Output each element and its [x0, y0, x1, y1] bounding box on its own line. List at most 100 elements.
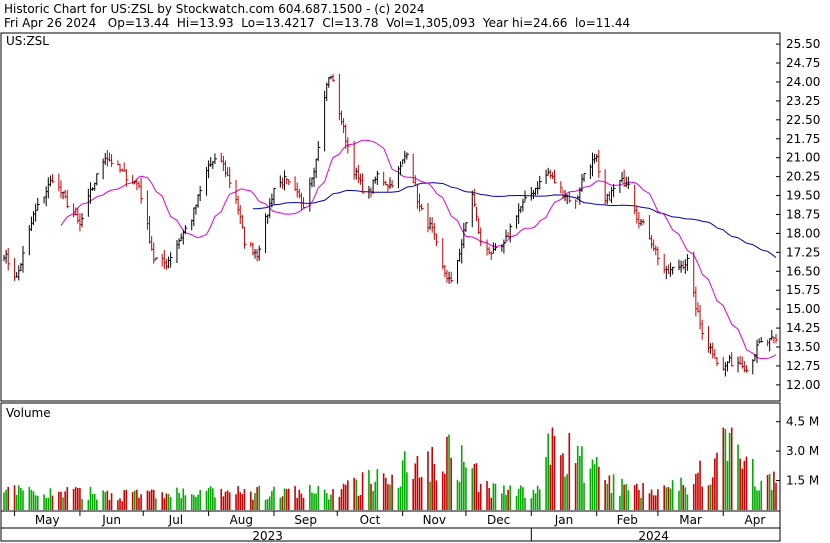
volume-bar: [773, 471, 775, 510]
volume-bar: [743, 460, 746, 510]
volume-bar: [435, 480, 438, 510]
volume-bar: [167, 494, 170, 510]
volume-bar: [256, 487, 258, 510]
volume-panel-label: Volume: [6, 406, 51, 420]
volume-bar: [207, 487, 210, 510]
volume-bar: [249, 491, 252, 510]
volume-bar: [376, 469, 379, 510]
volume-bar: [252, 499, 254, 510]
month-label: Jul: [168, 513, 183, 527]
volume-bar: [287, 488, 290, 510]
volume-bar: [264, 499, 267, 510]
volume-bar: [49, 488, 52, 510]
volume-bar: [547, 433, 549, 510]
volume-bar: [517, 488, 520, 510]
volume-bar: [711, 477, 714, 510]
price-panel: [0, 32, 781, 402]
volume-bar: [682, 484, 684, 510]
volume-bar: [72, 488, 75, 510]
volume-bar: [770, 489, 773, 510]
volume-bar: [458, 482, 461, 510]
volume-bar: [241, 494, 244, 510]
volume-bar: [414, 463, 417, 510]
volume-bar: [338, 496, 341, 510]
volume-bar: [486, 480, 488, 510]
volume-bar: [441, 471, 444, 510]
volume-bar: [155, 498, 157, 510]
volume-bar: [397, 487, 400, 510]
volume-bar: [66, 487, 69, 510]
volume-bar: [296, 498, 298, 510]
volume-bar: [418, 477, 421, 510]
volume-bar: [522, 487, 524, 510]
volume-bar: [412, 478, 415, 510]
volume-bar: [538, 489, 541, 510]
volume-bar: [758, 490, 760, 510]
volume-bar: [551, 427, 554, 510]
volume-bar: [163, 498, 166, 510]
volume-bar: [429, 481, 431, 510]
volume-bar: [22, 490, 24, 510]
volume-bar: [30, 489, 33, 510]
month-label: Oct: [360, 513, 381, 527]
volume-bar: [389, 484, 391, 510]
volume-bar: [20, 487, 22, 510]
volume-bar: [271, 491, 273, 510]
price-tick-label: 18.00: [786, 226, 820, 240]
volume-bar: [650, 489, 653, 510]
month-label: May: [35, 513, 60, 527]
volume-bar: [79, 488, 81, 510]
volume-bar: [745, 456, 748, 510]
volume-bar: [737, 444, 739, 510]
volume-bar: [182, 488, 185, 510]
volume-bar: [450, 457, 452, 510]
volume-bar: [136, 489, 138, 510]
volume-bar: [374, 481, 377, 510]
volume-bar: [258, 485, 261, 510]
volume-bar: [492, 483, 495, 510]
volume-bar: [387, 484, 389, 510]
volume-bar: [401, 460, 404, 510]
volume-bar: [431, 446, 433, 510]
volume-bar: [74, 487, 77, 510]
volume-bar: [43, 494, 45, 510]
volume-bar: [212, 488, 214, 510]
volume-bar: [169, 496, 172, 510]
volume-bar: [701, 486, 703, 510]
volume-bar: [627, 490, 630, 510]
volume-bar: [754, 486, 756, 510]
volume-bar: [311, 492, 313, 510]
volume-bar: [96, 499, 98, 510]
volume-bar: [576, 445, 579, 510]
volume-bar: [433, 463, 436, 510]
volume-bar: [89, 486, 92, 510]
volume-bar: [391, 474, 393, 510]
volume-bar: [91, 494, 94, 510]
volume-bar: [239, 492, 242, 510]
volume-tick-label: 4.5 M: [786, 415, 819, 429]
volume-tick-label: 3.0 M: [786, 444, 819, 458]
price-tick-label: 13.50: [786, 340, 820, 354]
volume-bar: [140, 494, 142, 510]
volume-bar: [254, 493, 256, 510]
volume-bar: [117, 500, 119, 510]
volume-bar: [62, 497, 64, 510]
volume-bar: [178, 492, 180, 510]
price-tick-label: 21.75: [786, 132, 820, 146]
volume-bar: [505, 494, 507, 510]
volume-bar: [709, 484, 712, 510]
volume-bar: [519, 485, 522, 510]
volume-bar: [372, 490, 374, 510]
volume-bar: [562, 453, 564, 510]
volume-bar: [583, 482, 585, 510]
volume-bar: [384, 477, 387, 510]
volume-bar: [148, 491, 151, 510]
volume-bar: [243, 489, 246, 510]
month-label: Jan: [554, 513, 574, 527]
volume-bar: [328, 499, 330, 510]
volume-bar: [623, 484, 625, 510]
price-tick-label: 15.75: [786, 283, 820, 297]
volume-bar: [553, 435, 556, 510]
volume-bar: [152, 489, 155, 510]
volume-bar: [608, 475, 611, 510]
